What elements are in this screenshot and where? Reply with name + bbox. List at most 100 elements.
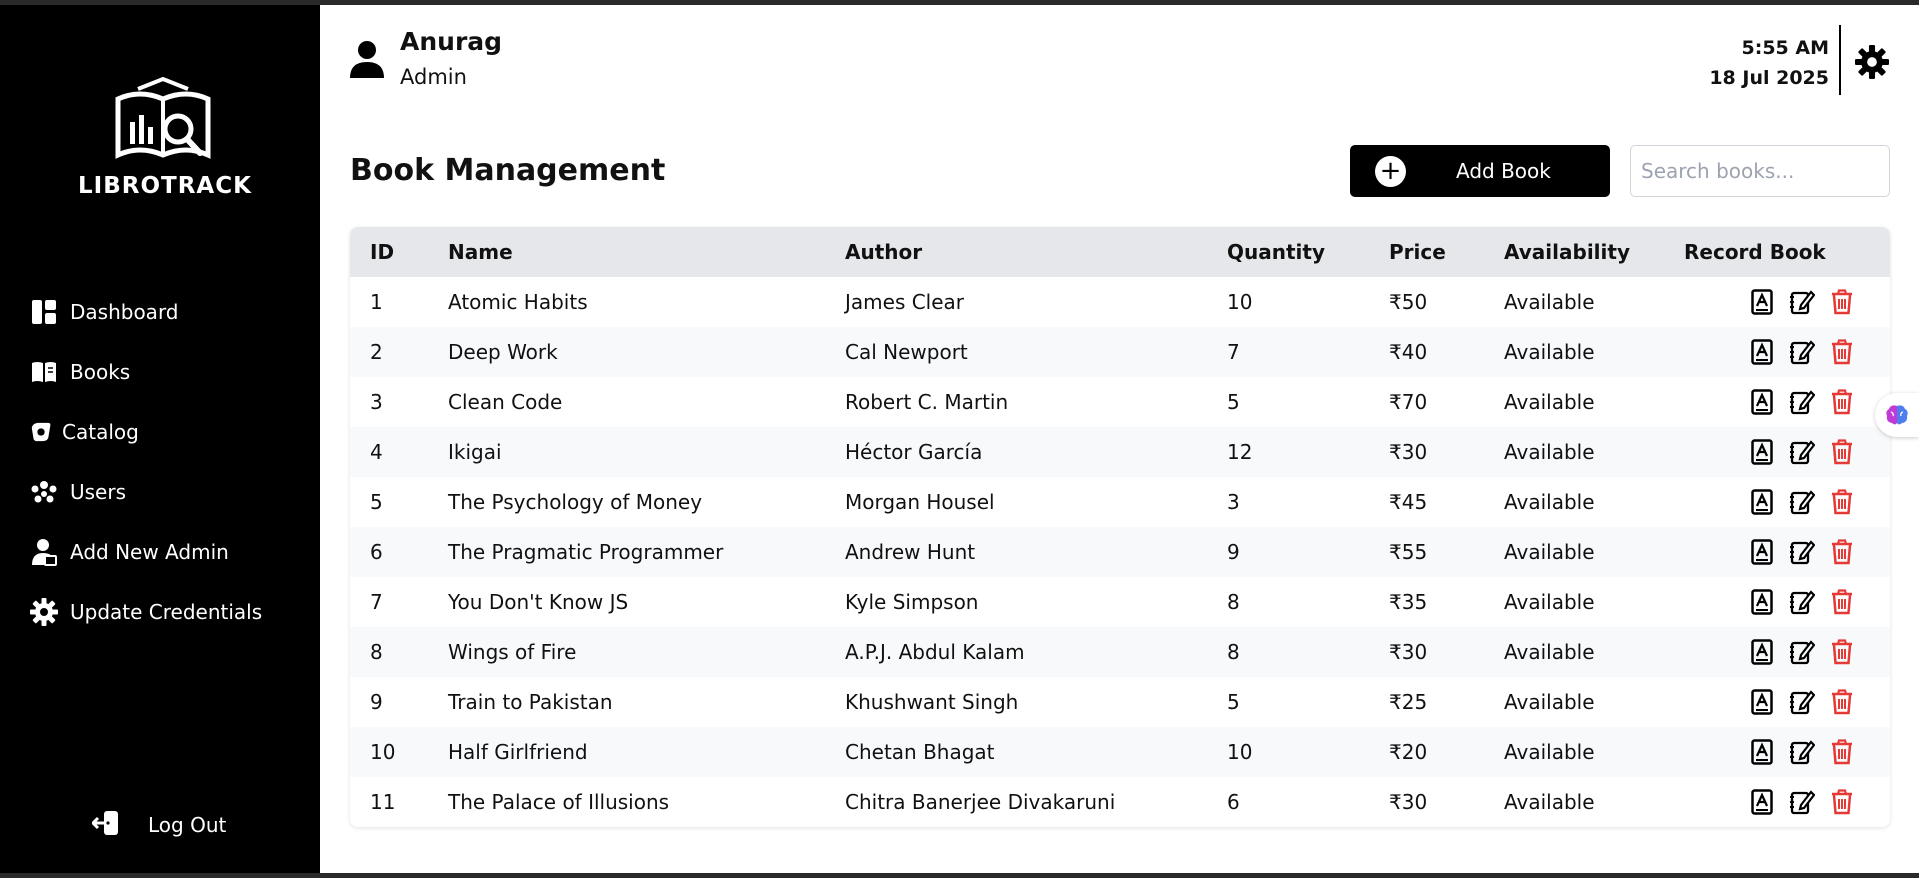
table-row: 4 Ikigai Héctor García 12 ₹30 Available [350,427,1890,477]
cell-quantity: 12 [1227,440,1253,464]
cell-id: 10 [370,740,396,764]
cell-id: 3 [370,390,383,414]
user-role: Admin [400,65,467,89]
cell-author: Chetan Bhagat [845,740,995,764]
record-book-icon[interactable] [1749,288,1775,316]
record-book-icon[interactable] [1749,488,1775,516]
search-input[interactable] [1630,145,1890,197]
edit-icon[interactable] [1789,538,1815,566]
add-admin-icon [30,538,58,566]
cell-name: Train to Pakistan [448,690,613,714]
sidebar-item-label: Users [70,480,127,504]
delete-icon[interactable] [1829,738,1855,766]
cell-record-book [1664,677,1890,727]
record-book-icon[interactable] [1749,638,1775,666]
row-actions [1684,738,1890,766]
cell-id: 11 [370,790,396,814]
cell-availability: Available [1504,690,1595,714]
delete-icon[interactable] [1829,788,1855,816]
cell-quantity: 5 [1227,690,1240,714]
record-book-icon[interactable] [1749,338,1775,366]
delete-icon[interactable] [1829,538,1855,566]
edit-icon[interactable] [1789,388,1815,416]
edit-icon[interactable] [1789,788,1815,816]
cell-price: ₹20 [1389,740,1428,764]
cell-author: Héctor García [845,440,983,464]
sidebar-item-update-credentials[interactable]: Update Credentials [30,582,262,642]
cell-availability: Available [1504,740,1595,764]
sidebar-item-catalog[interactable]: Catalog [30,402,262,462]
cell-id: 2 [370,340,383,364]
settings-gear-icon[interactable] [1855,45,1889,83]
brain-extension-icon[interactable] [1875,393,1919,437]
delete-icon[interactable] [1829,338,1855,366]
cell-name: Atomic Habits [448,290,588,314]
delete-icon[interactable] [1829,588,1855,616]
delete-icon[interactable] [1829,388,1855,416]
row-actions [1684,638,1890,666]
cell-quantity: 9 [1227,540,1240,564]
add-book-button[interactable]: + Add Book [1350,145,1610,197]
cell-record-book [1664,777,1890,827]
cell-author: Cal Newport [845,340,968,364]
cell-name: The Psychology of Money [448,490,703,514]
sidebar-item-label: Catalog [62,420,139,444]
cell-price: ₹30 [1389,440,1428,464]
column-header-quantity: Quantity [1227,240,1325,264]
table-row: 6 The Pragmatic Programmer Andrew Hunt 9 ₹55… [350,527,1890,577]
cell-name: You Don't Know JS [448,590,629,614]
record-book-icon[interactable] [1749,538,1775,566]
row-actions [1684,438,1890,466]
cell-price: ₹55 [1389,540,1428,564]
delete-icon[interactable] [1829,638,1855,666]
cell-record-book [1664,427,1890,477]
delete-icon[interactable] [1829,688,1855,716]
cell-id: 8 [370,640,383,664]
main-area: Anurag Admin 5:55 AM 18 Jul 2025 Book Ma… [320,5,1919,873]
delete-icon[interactable] [1829,438,1855,466]
table-row: 8 Wings of Fire A.P.J. Abdul Kalam 8 ₹30 Avai… [350,627,1890,677]
record-book-icon[interactable] [1749,738,1775,766]
cell-quantity: 3 [1227,490,1240,514]
sidebar-nav: Dashboard Books Catalog Users Add New Ad… [30,282,262,642]
edit-icon[interactable] [1789,738,1815,766]
edit-icon[interactable] [1789,438,1815,466]
edit-icon[interactable] [1789,338,1815,366]
sidebar-item-users[interactable]: Users [30,462,262,522]
cell-availability: Available [1504,440,1595,464]
cell-name: The Palace of Illusions [448,790,670,814]
cell-author: Robert C. Martin [845,390,1009,414]
cell-quantity: 10 [1227,740,1253,764]
sidebar-item-label: Books [70,360,131,384]
edit-icon[interactable] [1789,588,1815,616]
delete-icon[interactable] [1829,488,1855,516]
record-book-icon[interactable] [1749,388,1775,416]
sidebar-item-add-new-admin[interactable]: Add New Admin [30,522,262,582]
delete-icon[interactable] [1829,288,1855,316]
cell-price: ₹35 [1389,590,1428,614]
edit-icon[interactable] [1789,638,1815,666]
edit-icon[interactable] [1789,488,1815,516]
app-logo: LIBROTRACK [78,77,251,217]
cell-price: ₹25 [1389,690,1428,714]
current-date: 18 Jul 2025 [1709,67,1829,89]
cell-id: 1 [370,290,383,314]
record-book-icon[interactable] [1749,788,1775,816]
cell-quantity: 6 [1227,790,1240,814]
cell-record-book [1664,727,1890,777]
window-bottom-border [0,873,1919,878]
row-actions [1684,788,1890,816]
table-row: 2 Deep Work Cal Newport 7 ₹40 Available [350,327,1890,377]
edit-icon[interactable] [1789,288,1815,316]
record-book-icon[interactable] [1749,688,1775,716]
edit-icon[interactable] [1789,688,1815,716]
record-book-icon[interactable] [1749,588,1775,616]
catalog-icon [30,418,52,446]
cell-name: Half Girlfriend [448,740,588,764]
record-book-icon[interactable] [1749,438,1775,466]
book-management-panel: Book Management + Add Book ID Name Autho… [320,115,1919,873]
sidebar-item-dashboard[interactable]: Dashboard [30,282,262,342]
logout-button[interactable]: Log Out [90,810,226,840]
cell-price: ₹30 [1389,790,1428,814]
sidebar-item-books[interactable]: Books [30,342,262,402]
